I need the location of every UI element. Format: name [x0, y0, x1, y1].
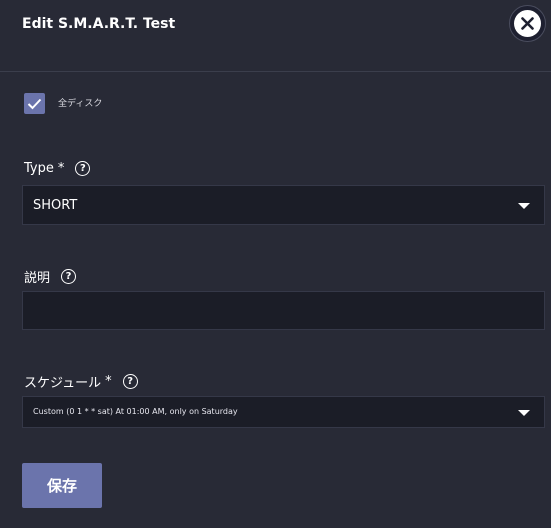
schedule-select[interactable]: Custom (0 1 * * sat) At 01:00 AM, only o… — [22, 396, 545, 428]
help-icon[interactable]: ? — [75, 161, 91, 176]
save-button[interactable]: 保存 — [22, 463, 102, 508]
help-icon[interactable]: ? — [122, 374, 138, 389]
all-disks-checkbox[interactable] — [24, 93, 45, 114]
type-label-row: Type * ? — [24, 161, 91, 176]
close-button[interactable] — [509, 5, 546, 42]
description-input[interactable] — [22, 291, 545, 330]
description-label: 説明 — [24, 271, 51, 286]
schedule-label-row: スケジュール * ? — [24, 372, 138, 391]
dropdown-arrow-icon — [518, 410, 530, 416]
dropdown-arrow-icon — [518, 203, 530, 209]
type-select-value: SHORT — [33, 198, 78, 213]
schedule-label: スケジュール — [24, 376, 102, 391]
help-icon[interactable]: ? — [61, 269, 77, 284]
type-select[interactable]: SHORT — [22, 185, 545, 225]
required-marker: * — [105, 374, 112, 389]
description-label-row: 説明 ? — [24, 267, 77, 286]
dialog-header: Edit S.M.A.R.T. Test — [0, 0, 551, 72]
dialog-title: Edit S.M.A.R.T. Test — [22, 16, 176, 32]
all-disks-label: 全ディスク — [58, 99, 103, 109]
type-label: Type — [24, 161, 54, 176]
close-icon — [514, 10, 541, 37]
required-marker: * — [57, 161, 65, 176]
check-icon — [27, 98, 42, 109]
schedule-select-value: Custom (0 1 * * sat) At 01:00 AM, only o… — [33, 407, 238, 416]
